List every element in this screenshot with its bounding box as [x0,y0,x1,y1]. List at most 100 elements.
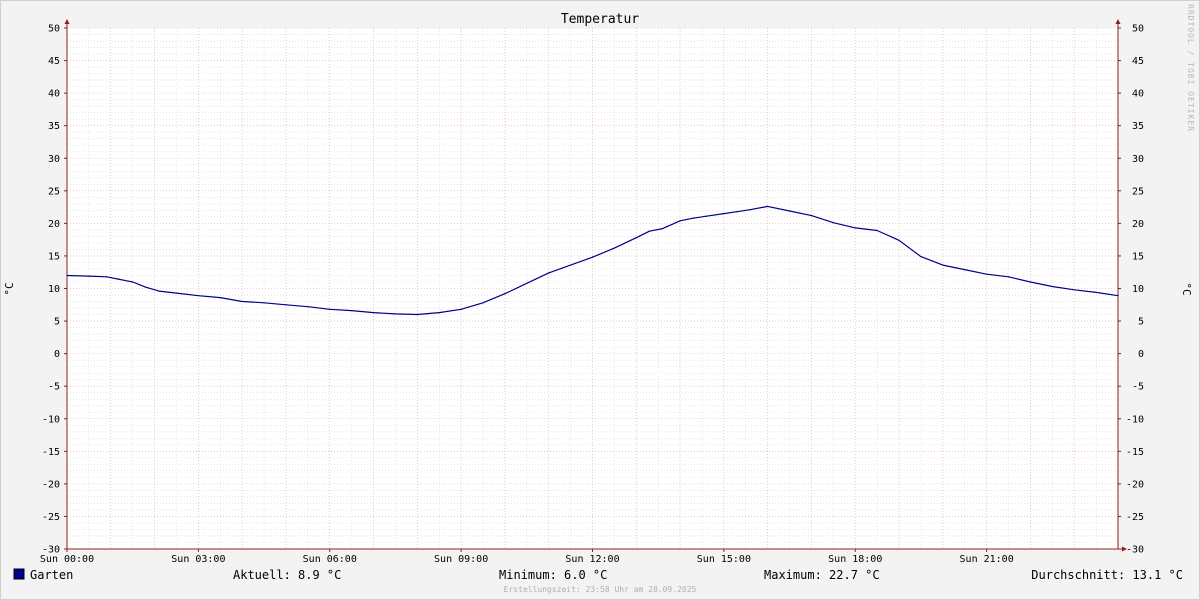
y-tick-label-left: 5 [54,317,60,328]
series-point [1117,295,1119,297]
series-point [964,269,966,271]
series-point [66,274,68,277]
y-tick-label-left: -10 [42,414,60,425]
legend-swatch-garten [13,568,25,580]
series-point [1095,291,1097,294]
series-point [118,278,121,280]
y-tick-label-right: -10 [1126,414,1144,425]
series-point [1029,281,1032,283]
y-axis-right-arrow [1115,19,1121,24]
y-tick-label-right: 5 [1138,317,1144,328]
series-point [285,304,287,306]
y-tick-label-right: 50 [1132,24,1144,35]
series-point [460,308,462,310]
series-point [635,237,637,239]
series-point [351,310,353,312]
series-point [591,256,594,258]
y-axis-right-ticks: 50454035302520151050-5-10-15-20-25-30 [1118,24,1144,556]
y-tick-label-left: -25 [42,512,60,523]
y-axis-left-ticks: 50454035302520151050-5-10-15-20-25-30 [42,24,67,556]
rrdtool-watermark: RRDTOOL / TOBI OETIKER [1186,4,1195,132]
y-tick-label-left: 20 [48,219,60,230]
x-tick-label: Sun 15:00 [697,554,751,565]
series-point [679,220,681,222]
x-tick-label: Sun 00:00 [40,554,94,565]
y-tick-label-left: 45 [48,56,60,67]
y-tick-label-left: 50 [48,24,60,35]
series-point [438,311,440,314]
y-tick-label-right: -20 [1126,479,1144,490]
series-point [736,211,738,213]
y-axis-label-left: °C [3,282,16,295]
y-axis-left-arrow [64,19,70,24]
y-tick-label-right: -25 [1126,512,1144,523]
y-axis-label-right: °C [1180,282,1193,295]
series-point [692,217,694,219]
series-point [105,276,108,278]
series-point [898,239,900,241]
series-point [394,313,397,315]
series-point [88,275,90,277]
series-point [197,295,199,297]
x-tick-label: Sun 03:00 [171,554,225,565]
series-point [986,273,988,275]
x-tick-label: Sun 21:00 [960,554,1014,565]
x-axis-ticks: Sun 00:00 Sun 03:00 Sun 06:00 Sun 09:00 Sun … [40,549,1014,565]
series-point [219,297,221,299]
y-tick-label-left: 0 [54,349,60,360]
series-point [526,282,528,284]
series-point [920,255,922,258]
series-point [482,302,484,304]
series-point [767,205,769,208]
y-tick-label-right: 30 [1132,154,1144,165]
y-tick-label-left: 25 [48,186,60,197]
y-tick-label-right: 40 [1132,89,1144,100]
y-tick-label-left: 30 [48,154,60,165]
y-tick-label-right: -15 [1126,447,1144,458]
y-tick-label-right: 20 [1132,219,1144,230]
y-tick-label-right: 45 [1132,56,1144,67]
series-point [854,227,856,229]
temperature-chart: 50454035302520151050-5-10-15-20-25-30 50… [3,4,1195,594]
series-point [876,229,878,232]
series-point [613,247,615,249]
y-tick-label-left: 10 [48,284,60,295]
series-point [705,215,707,217]
y-tick-label-left: 40 [48,89,60,100]
series-point [263,302,265,304]
series-point [329,308,331,310]
series-point [832,222,834,224]
y-tick-label-right: 25 [1132,186,1144,197]
x-tick-label: Sun 06:00 [303,554,357,565]
x-tick-label: Sun 09:00 [434,554,488,565]
y-tick-label-left: -15 [42,447,60,458]
series-point [1073,289,1075,291]
y-tick-label-right: 10 [1132,284,1144,295]
x-tick-label: Sun 12:00 [565,554,619,565]
y-tick-label-right: -5 [1132,382,1144,393]
series-point [504,293,506,295]
series-point [648,230,651,232]
series-point [175,292,178,294]
y-tick-label-left: -5 [48,382,60,393]
legend-label-garten: Garten [30,568,73,582]
series-point [942,264,944,266]
series-point [1007,276,1010,278]
series-point [661,227,664,230]
series-point [723,213,725,215]
stat-current: Aktuell: 8.9 °C [233,568,341,582]
x-tick-label: Sun 18:00 [828,554,882,565]
series-point [810,214,813,217]
stat-minimum: Minimum: 6.0 °C [499,568,607,582]
stat-average: Durchschnitt: 13.1 °C [1031,568,1183,582]
series-point [158,290,160,292]
y-tick-label-right: 15 [1132,251,1144,262]
stat-maximum: Maximum: 22.7 °C [764,568,880,582]
series-point [749,209,751,211]
series-point [132,281,134,283]
series-point [788,210,791,212]
series-point [307,306,309,308]
series-point [548,272,550,274]
y-tick-label-right: 0 [1138,349,1144,360]
series-point [1051,285,1053,288]
